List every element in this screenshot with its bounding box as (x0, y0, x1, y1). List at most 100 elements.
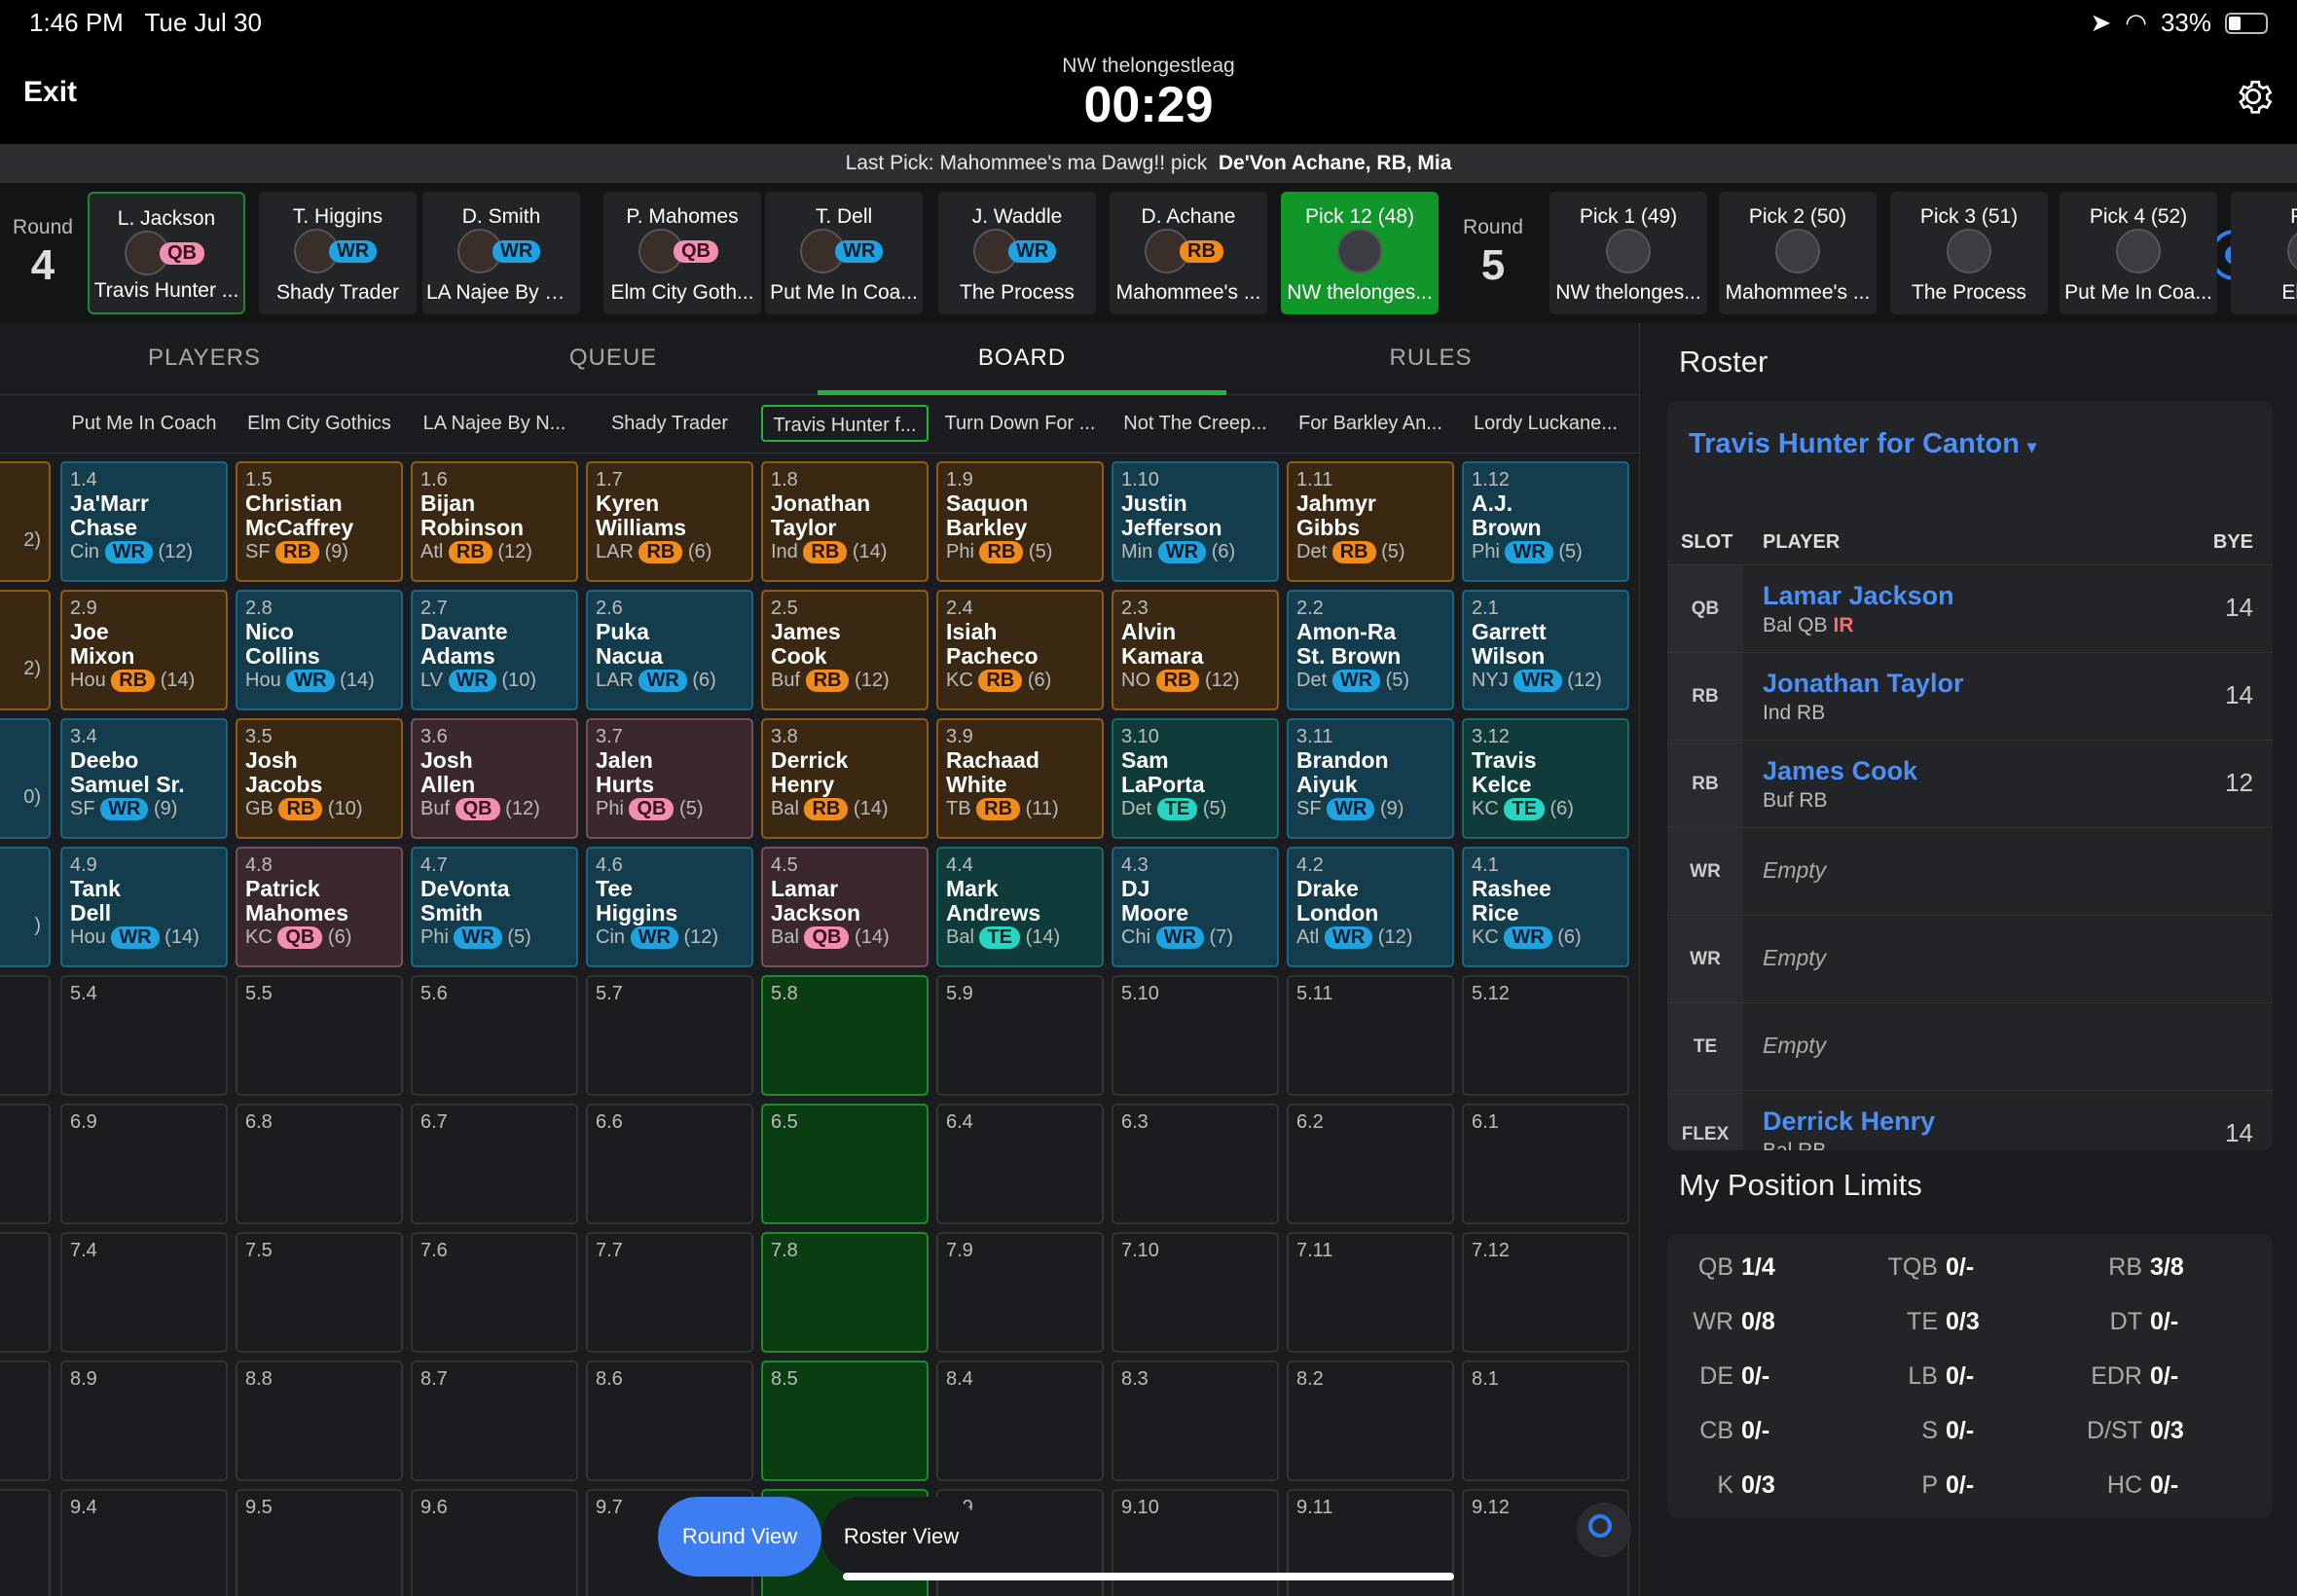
empty-pick-cell[interactable]: 5.12 (1462, 975, 1629, 1096)
roster-row[interactable]: RB James Cook Buf RB 12 (1667, 740, 2273, 828)
empty-pick-cell[interactable]: 7.6 (411, 1232, 578, 1353)
pick-card[interactable]: J. Waddle WR The Process (938, 192, 1096, 314)
roster-row[interactable]: WR Empty (1667, 827, 2273, 916)
empty-pick-cell[interactable] (0, 1232, 51, 1353)
board-pick-cell[interactable]: 1.12 A.J. Brown Phi WR (5) (1462, 461, 1629, 582)
empty-pick-cell[interactable]: 8.2 (1287, 1360, 1454, 1481)
board-pick-cell[interactable]: 1.7 Kyren Williams LAR RB (6) (586, 461, 753, 582)
board-pick-cell[interactable]: 4.6 Tee Higgins Cin WR (12) (586, 847, 753, 967)
empty-pick-cell[interactable] (0, 1489, 51, 1596)
board-pick-cell[interactable]: 1.6 Bijan Robinson Atl RB (12) (411, 461, 578, 582)
upcoming-pick-card[interactable]: Pick Elm C (2231, 192, 2297, 314)
empty-pick-cell[interactable]: 7.4 (60, 1232, 228, 1353)
roster-row[interactable]: WR Empty (1667, 915, 2273, 1003)
tab-rules[interactable]: RULES (1226, 323, 1635, 395)
empty-pick-cell[interactable]: 6.8 (236, 1104, 403, 1224)
empty-pick-cell[interactable]: 7.8 (761, 1232, 929, 1353)
empty-pick-cell[interactable]: 5.10 (1112, 975, 1279, 1096)
board-pick-cell[interactable]: 4.1 Rashee Rice KC WR (6) (1462, 847, 1629, 967)
roster-row[interactable]: FLEX Derrick Henry Bal RB 14 (1667, 1090, 2273, 1150)
team-column-header[interactable]: Lordy Luckane... (1462, 405, 1629, 442)
empty-pick-cell[interactable]: 6.1 (1462, 1104, 1629, 1224)
tab-board[interactable]: BOARD (818, 323, 1226, 395)
tab-queue[interactable]: QUEUE (409, 323, 818, 395)
board-pick-cell[interactable]: 4.9 Tank Dell Hou WR (14) (60, 847, 228, 967)
team-column-header[interactable]: Turn Down For ... (936, 405, 1104, 442)
roster-player-name[interactable]: Derrick Henry (1763, 1106, 1935, 1137)
team-column-header[interactable]: Not The Creep... (1112, 405, 1279, 442)
pick-card[interactable]: L. Jackson QB Travis Hunter ... (88, 192, 245, 314)
empty-pick-cell[interactable]: 6.7 (411, 1104, 578, 1224)
board-pick-cell[interactable]: 1.10 Justin Jefferson Min WR (6) (1112, 461, 1279, 582)
recenter-icon[interactable] (1577, 1503, 1631, 1557)
upcoming-pick-card[interactable]: Pick 3 (51) The Process (1890, 192, 2048, 314)
board-pick-cell[interactable]: 2) (0, 461, 51, 582)
roster-row[interactable]: RB Jonathan Taylor Ind RB 14 (1667, 652, 2273, 741)
board-pick-cell[interactable]: 2.6 Puka Nacua LAR WR (6) (586, 590, 753, 710)
board-pick-cell[interactable]: 3.8 Derrick Henry Bal RB (14) (761, 718, 929, 839)
empty-pick-cell[interactable]: 6.6 (586, 1104, 753, 1224)
empty-pick-cell[interactable]: 9.5 (236, 1489, 403, 1596)
board-pick-cell[interactable]: 4.2 Drake London Atl WR (12) (1287, 847, 1454, 967)
empty-pick-cell[interactable]: 6.3 (1112, 1104, 1279, 1224)
team-column-header[interactable]: For Barkley An... (1287, 405, 1454, 442)
empty-pick-cell[interactable]: 8.1 (1462, 1360, 1629, 1481)
board-pick-cell[interactable]: 4.5 Lamar Jackson Bal QB (14) (761, 847, 929, 967)
team-column-header[interactable]: LA Najee By N... (411, 405, 578, 442)
board-pick-cell[interactable]: 4.3 DJ Moore Chi WR (7) (1112, 847, 1279, 967)
board-pick-cell[interactable]: 3.9 Rachaad White TB RB (11) (936, 718, 1104, 839)
pick-card[interactable]: D. Achane RB Mahommee's ... (1110, 192, 1267, 314)
empty-pick-cell[interactable]: 5.5 (236, 975, 403, 1096)
team-column-header[interactable]: Put Me In Coach (60, 405, 228, 442)
board-pick-cell[interactable]: 3.10 Sam LaPorta Det TE (5) (1112, 718, 1279, 839)
empty-pick-cell[interactable]: 8.7 (411, 1360, 578, 1481)
empty-pick-cell[interactable]: 8.4 (936, 1360, 1104, 1481)
gear-icon[interactable] (2231, 74, 2276, 119)
empty-pick-cell[interactable]: 9.4 (60, 1489, 228, 1596)
board-pick-cell[interactable]: 2) (0, 590, 51, 710)
empty-pick-cell[interactable]: 9.6 (411, 1489, 578, 1596)
empty-pick-cell[interactable]: 8.5 (761, 1360, 929, 1481)
upcoming-pick-card[interactable]: Pick 4 (52) Put Me In Coa... (2060, 192, 2217, 314)
empty-pick-cell[interactable] (0, 1360, 51, 1481)
board-pick-cell[interactable]: 2.1 Garrett Wilson NYJ WR (12) (1462, 590, 1629, 710)
board-pick-cell[interactable]: 4.4 Mark Andrews Bal TE (14) (936, 847, 1104, 967)
board-pick-cell[interactable]: 2.7 Davante Adams LV WR (10) (411, 590, 578, 710)
tab-players[interactable]: PLAYERS (0, 323, 409, 395)
empty-pick-cell[interactable]: 7.7 (586, 1232, 753, 1353)
empty-pick-cell[interactable]: 5.4 (60, 975, 228, 1096)
empty-pick-cell[interactable]: 5.9 (936, 975, 1104, 1096)
empty-pick-cell[interactable]: 5.8 (761, 975, 929, 1096)
board-pick-cell[interactable]: 2.3 Alvin Kamara NO RB (12) (1112, 590, 1279, 710)
team-column-header[interactable]: Travis Hunter f... (761, 405, 929, 442)
board-pick-cell[interactable]: 0) (0, 718, 51, 839)
upcoming-pick-card[interactable]: Pick 2 (50) Mahommee's ... (1719, 192, 1877, 314)
board-pick-cell[interactable]: 3.6 Josh Allen Buf QB (12) (411, 718, 578, 839)
empty-pick-cell[interactable]: 6.5 (761, 1104, 929, 1224)
empty-pick-cell[interactable]: 8.8 (236, 1360, 403, 1481)
board-pick-cell[interactable]: 1.11 Jahmyr Gibbs Det RB (5) (1287, 461, 1454, 582)
board-pick-cell[interactable]: 2.8 Nico Collins Hou WR (14) (236, 590, 403, 710)
pick-card[interactable]: D. Smith WR LA Najee By N... (422, 192, 580, 314)
board-pick-cell[interactable]: ) (0, 847, 51, 967)
roster-player-name[interactable]: James Cook (1763, 756, 1917, 786)
empty-pick-cell[interactable]: 7.10 (1112, 1232, 1279, 1353)
roster-player-name[interactable]: Lamar Jackson (1763, 581, 1954, 611)
empty-pick-cell[interactable]: 5.6 (411, 975, 578, 1096)
pick-card[interactable]: T. Higgins WR Shady Trader (259, 192, 417, 314)
team-column-header[interactable]: ess (0, 405, 51, 442)
board-pick-cell[interactable]: 4.7 DeVonta Smith Phi WR (5) (411, 847, 578, 967)
board-pick-cell[interactable]: 3.5 Josh Jacobs GB RB (10) (236, 718, 403, 839)
empty-pick-cell[interactable] (0, 1104, 51, 1224)
roster-player-name[interactable]: Jonathan Taylor (1763, 669, 1964, 699)
board-pick-cell[interactable]: 2.5 James Cook Buf RB (12) (761, 590, 929, 710)
board-pick-cell[interactable]: 1.8 Jonathan Taylor Ind RB (14) (761, 461, 929, 582)
board-pick-cell[interactable]: 3.4 Deebo Samuel Sr. SF WR (9) (60, 718, 228, 839)
board-pick-cell[interactable]: 4.8 Patrick Mahomes KC QB (6) (236, 847, 403, 967)
empty-pick-cell[interactable]: 7.9 (936, 1232, 1104, 1353)
board-pick-cell[interactable]: 3.11 Brandon Aiyuk SF WR (9) (1287, 718, 1454, 839)
team-column-header[interactable]: Shady Trader (586, 405, 753, 442)
board-pick-cell[interactable]: 3.7 Jalen Hurts Phi QB (5) (586, 718, 753, 839)
empty-pick-cell[interactable]: 7.5 (236, 1232, 403, 1353)
pick-card[interactable]: P. Mahomes QB Elm City Goth... (603, 192, 761, 314)
